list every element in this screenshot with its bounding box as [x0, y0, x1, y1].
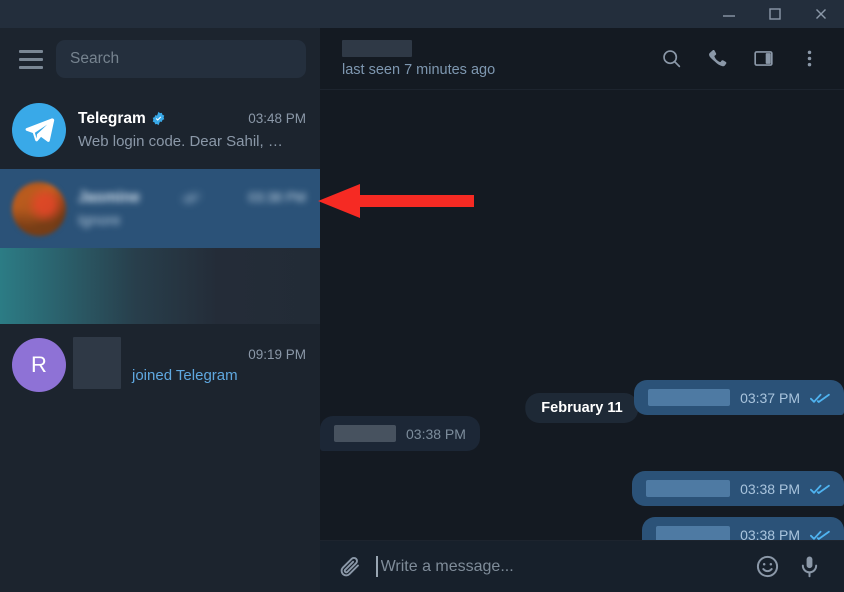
chat-row-header: Telegram 03:48 PM — [78, 110, 306, 128]
chat-list[interactable]: Telegram 03:48 PM Web login code. Dear S… — [0, 90, 320, 592]
title-bar — [0, 0, 844, 28]
chat-status: last seen 7 minutes ago — [342, 61, 496, 78]
date-divider: February 11 — [525, 393, 639, 423]
chat-list-item-joined[interactable]: R 09:19 PM joined Telegram — [0, 324, 320, 406]
double-check-icon — [810, 530, 830, 540]
chat-row-content: 09:19 PM joined Telegram — [73, 336, 306, 389]
chat-time: 03:48 PM — [248, 111, 306, 126]
phone-icon[interactable] — [696, 38, 738, 80]
sidebar-panel-icon[interactable] — [742, 38, 784, 80]
sidebar: Telegram 03:48 PM Web login code. Dear S… — [0, 28, 320, 592]
contact-photo-avatar — [12, 181, 66, 236]
more-vertical-icon[interactable] — [788, 38, 830, 80]
chat-header-info[interactable]: last seen 7 minutes ago — [342, 39, 496, 78]
chat-header: last seen 7 minutes ago — [320, 28, 844, 90]
message-composer — [320, 540, 844, 592]
chat-preview: Web login code. Dear Sahil, … — [78, 132, 283, 150]
message-time: 03:37 PM — [740, 389, 800, 406]
main-body: Telegram 03:48 PM Web login code. Dear S… — [0, 28, 844, 592]
chat-list-item-redacted-band[interactable] — [0, 248, 320, 324]
telegram-window: Telegram 03:48 PM Web login code. Dear S… — [0, 0, 844, 592]
avatar-initial: R — [31, 352, 47, 377]
chat-panel: last seen 7 minutes ago February 11 03:3… — [320, 28, 844, 592]
chat-time: 03:38 PM — [248, 190, 306, 205]
search-box[interactable] — [56, 40, 306, 78]
message-text-redaction — [648, 389, 731, 406]
message-bubble-outgoing[interactable]: 03:38 PM — [632, 471, 844, 506]
chat-header-actions — [650, 38, 830, 80]
message-text-redaction — [646, 480, 731, 497]
redaction-block — [73, 336, 121, 389]
chat-row-content: Telegram 03:48 PM Web login code. Dear S… — [78, 110, 306, 150]
message-input-wrap[interactable] — [376, 556, 746, 577]
double-check-icon — [810, 484, 830, 494]
maximize-button[interactable] — [752, 0, 798, 28]
search-input[interactable] — [70, 50, 292, 68]
microphone-icon[interactable] — [788, 546, 830, 588]
chat-name: Telegram — [78, 109, 146, 127]
chat-preview: Ignore — [78, 211, 121, 229]
message-bubble-outgoing[interactable]: 03:37 PM — [634, 380, 844, 415]
hamburger-menu-icon[interactable] — [12, 40, 50, 78]
chat-title-redaction — [342, 39, 412, 57]
verified-badge-icon — [152, 111, 165, 126]
chat-row-header: Jasmine 03:38 PM — [78, 189, 306, 207]
message-time: 03:38 PM — [740, 526, 800, 541]
message-time: 03:38 PM — [406, 425, 466, 442]
chat-row-content: Jasmine 03:38 PM Ignore — [78, 189, 306, 229]
message-time: 03:38 PM — [740, 480, 800, 497]
telegram-logo-avatar — [12, 102, 66, 157]
search-icon[interactable] — [650, 38, 692, 80]
message-input[interactable] — [380, 557, 746, 576]
paperclip-icon[interactable] — [338, 555, 362, 579]
paper-plane-icon — [25, 117, 55, 142]
message-text-redaction — [656, 526, 731, 540]
message-bubble-outgoing[interactable]: 03:38 PM — [642, 517, 844, 540]
sidebar-toolbar — [0, 28, 320, 90]
minimize-button[interactable] — [706, 0, 752, 28]
text-caret — [376, 556, 378, 577]
chat-list-item-selected[interactable]: Jasmine 03:38 PM Ignore — [0, 169, 320, 248]
chat-name: Jasmine — [78, 188, 141, 206]
smiley-icon[interactable] — [746, 546, 788, 588]
close-button[interactable] — [798, 0, 844, 28]
chat-time: 09:19 PM — [248, 346, 306, 362]
message-bubble-incoming[interactable]: 03:38 PM — [320, 416, 480, 451]
message-text-redaction — [334, 425, 396, 442]
chat-list-item-telegram[interactable]: Telegram 03:48 PM Web login code. Dear S… — [0, 90, 320, 169]
double-check-icon — [810, 393, 830, 403]
double-check-icon — [183, 194, 200, 202]
letter-avatar: R — [12, 338, 66, 392]
message-list[interactable]: February 11 03:37 PM 03:38 PM 03:38 PM 0… — [320, 90, 844, 540]
